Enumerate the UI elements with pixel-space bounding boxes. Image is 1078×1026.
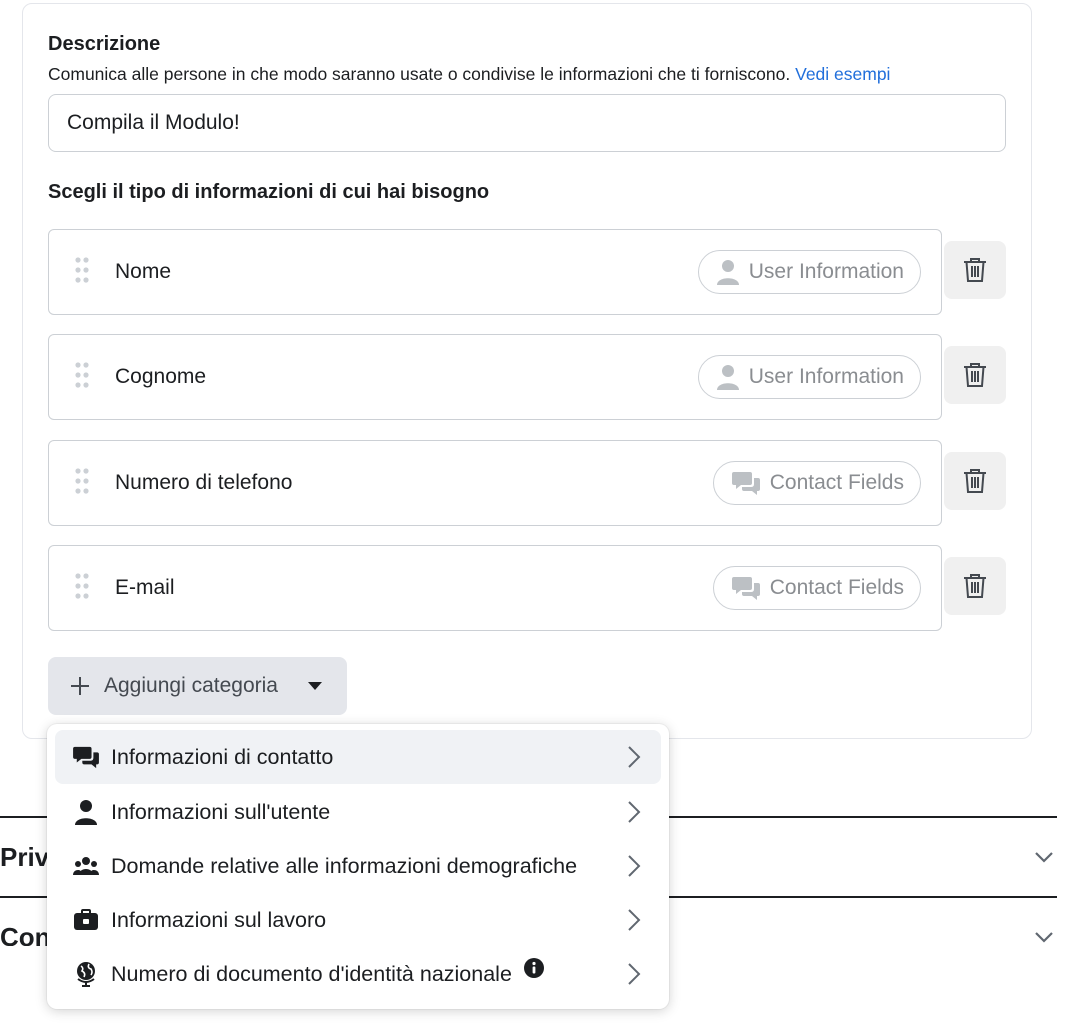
category-pill: User Information [697, 250, 921, 294]
menu-item-label: Informazioni sul lavoro [111, 907, 327, 932]
category-pill-label: User Information [748, 365, 904, 388]
field-label: Cognome [115, 365, 207, 388]
menu-item-user-info[interactable]: Informazioni sull'utente [55, 785, 661, 839]
field-box[interactable]: Cognome User Information [48, 334, 942, 420]
drag-handle-icon[interactable] [74, 257, 90, 283]
people-group-icon [73, 853, 99, 879]
category-dropdown-menu: Informazioni di contatto Informazioni su… [47, 724, 669, 1009]
user-icon [716, 365, 739, 390]
description-title: Descrizione [48, 33, 161, 55]
globe-icon [73, 961, 99, 987]
add-category-button[interactable]: Aggiungi categoria [48, 657, 347, 715]
field-label: Nome [115, 260, 172, 283]
delete-field-button[interactable] [944, 452, 1006, 510]
menu-item-contact-info[interactable]: Informazioni di contatto [55, 730, 661, 784]
field-box[interactable]: Numero di telefono Contact Fields [48, 440, 942, 526]
trash-icon [964, 363, 986, 387]
field-box[interactable]: Nome User Information [48, 229, 942, 315]
user-icon [716, 260, 739, 285]
accordion-title-privacy[interactable]: Priv [0, 842, 49, 873]
chat-bubbles-icon [73, 744, 99, 770]
category-pill-label: Contact Fields [769, 576, 904, 599]
trash-icon [964, 574, 986, 598]
trash-icon [964, 258, 986, 282]
chevron-down-icon[interactable] [1034, 930, 1054, 944]
menu-item-label: Domande relative alle informazioni demog… [111, 853, 578, 878]
drag-handle-icon[interactable] [74, 468, 90, 494]
description-input[interactable] [48, 94, 1006, 152]
field-label: E-mail [115, 576, 175, 599]
category-pill-label: User Information [748, 260, 904, 283]
questions-title: Scegli il tipo di informazioni di cui ha… [48, 181, 490, 203]
chevron-right-icon [628, 746, 641, 768]
chat-bubbles-icon [731, 577, 760, 600]
menu-item-national-id[interactable]: Numero di documento d'identità nazionale [55, 947, 661, 1001]
menu-item-label: Numero di documento d'identità nazionale [111, 957, 544, 987]
field-row-cognome: Cognome User Information [48, 334, 1006, 420]
delete-field-button[interactable] [944, 346, 1006, 404]
description-subtitle: Comunica alle persone in che modo sarann… [48, 64, 891, 84]
plus-icon [71, 677, 89, 695]
field-row-email: E-mail Contact Fields [48, 545, 1006, 631]
delete-field-button[interactable] [944, 557, 1006, 615]
briefcase-icon [73, 907, 99, 933]
category-pill: Contact Fields [712, 461, 921, 505]
field-row-telefono: Numero di telefono Contact Fields [48, 440, 1006, 526]
category-pill-label: Contact Fields [769, 471, 904, 494]
field-row-nome: Nome User Information [48, 229, 1006, 315]
caret-down-icon [307, 682, 322, 690]
chevron-right-icon [628, 963, 641, 985]
field-box[interactable]: E-mail Contact Fields [48, 545, 942, 631]
user-icon [73, 799, 99, 825]
menu-item-work-info[interactable]: Informazioni sul lavoro [55, 893, 661, 947]
drag-handle-icon[interactable] [74, 573, 90, 599]
info-icon[interactable] [523, 957, 544, 978]
chevron-right-icon [628, 909, 641, 931]
menu-item-label: Informazioni sull'utente [111, 799, 331, 824]
field-label: Numero di telefono [115, 471, 293, 494]
trash-icon [964, 469, 986, 493]
chat-bubbles-icon [731, 472, 760, 495]
accordion-title-second[interactable]: Con [0, 922, 51, 946]
menu-item-demographics[interactable]: Domande relative alle informazioni demog… [55, 839, 661, 893]
chevron-right-icon [628, 855, 641, 877]
category-pill: User Information [697, 355, 921, 399]
delete-field-button[interactable] [944, 241, 1006, 299]
chevron-right-icon [628, 801, 641, 823]
see-examples-link[interactable]: Vedi esempi [795, 64, 890, 84]
menu-item-label: Informazioni di contatto [111, 744, 334, 769]
drag-handle-icon[interactable] [74, 362, 90, 388]
chevron-down-icon[interactable] [1034, 850, 1054, 864]
add-category-label: Aggiungi categoria [104, 674, 278, 697]
category-pill: Contact Fields [712, 566, 921, 610]
